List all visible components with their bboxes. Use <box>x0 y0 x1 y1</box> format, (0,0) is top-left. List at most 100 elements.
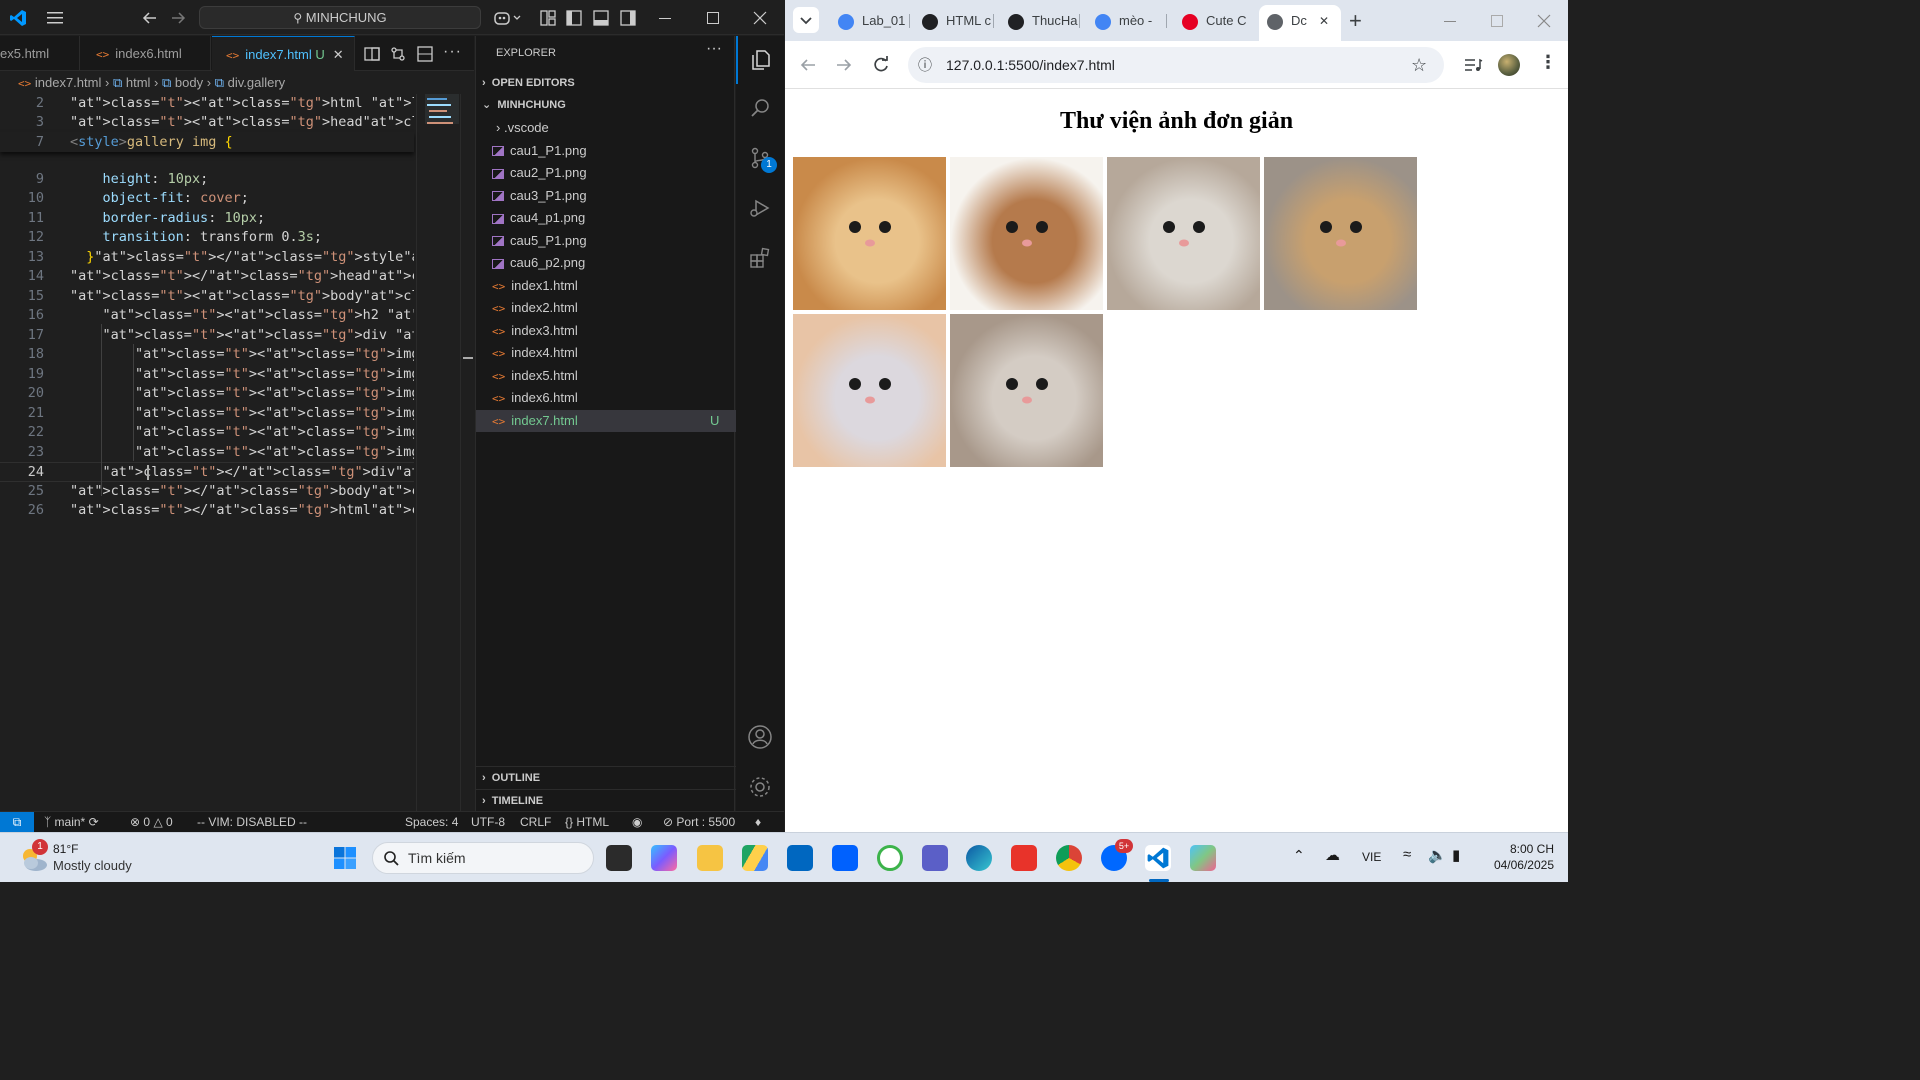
taskbar-search[interactable]: Tìm kiếm <box>372 842 594 874</box>
clock[interactable]: 8:00 CH 04/06/2025 <box>1480 841 1554 873</box>
browser-tab[interactable]: ThucHa <box>1000 6 1080 36</box>
kebab-menu-icon[interactable]: ⋮ <box>1539 52 1557 73</box>
file-item[interactable]: <> index6.html <box>476 387 736 409</box>
reload-icon[interactable] <box>871 55 891 75</box>
minimize-icon[interactable] <box>1443 14 1457 28</box>
file-item[interactable]: cau3_P1.png <box>476 185 736 207</box>
site-info-icon[interactable]: ⓘ <box>918 47 932 83</box>
copilot-icon[interactable] <box>493 9 523 27</box>
code-line[interactable]: 15 "at">class="t"><"at">class="tg">body"a… <box>0 287 414 307</box>
code-line[interactable]: 25 "at">class="t"></"at">class="tg">body"… <box>0 482 414 502</box>
search-activity-button[interactable] <box>736 84 784 132</box>
file-item[interactable]: <> index1.html <box>476 275 736 297</box>
open-changes-icon[interactable] <box>390 46 406 62</box>
input-language[interactable]: VIE <box>1362 850 1381 864</box>
google-drive-icon[interactable] <box>742 845 768 871</box>
menu-icon[interactable] <box>46 10 64 26</box>
file-item[interactable]: <> index2.html <box>476 297 736 319</box>
breadcrumb-file[interactable]: index7.html <box>35 75 101 90</box>
live-server-status[interactable]: ⊘ Port : 5500 <box>663 812 735 833</box>
back-arrow-icon[interactable] <box>141 9 159 27</box>
volume-icon[interactable]: 🔈 <box>1428 846 1447 864</box>
copilot-app-icon[interactable] <box>651 845 677 871</box>
branch-status[interactable]: ᛉ main* ⟳ <box>44 812 99 833</box>
forward-arrow-icon[interactable] <box>834 55 854 75</box>
folder-item[interactable]: › .vscode <box>476 117 736 139</box>
tab-index6[interactable]: <> index6.html <box>80 36 211 71</box>
new-tab-icon[interactable]: + <box>1349 8 1362 34</box>
layout-customize-icon[interactable] <box>540 10 556 26</box>
tab-close-icon[interactable]: ✕ <box>333 47 344 62</box>
teams-icon[interactable] <box>922 845 948 871</box>
file-item[interactable]: <> index4.html <box>476 342 736 364</box>
browser-tab[interactable]: HTML c <box>914 6 994 36</box>
code-line[interactable]: 22 "at">class="t"><"at">class="tg">img "… <box>0 423 414 443</box>
encoding-status[interactable]: UTF-8 <box>471 812 505 833</box>
gemini-icon[interactable] <box>1190 845 1216 871</box>
run-debug-activity-button[interactable] <box>736 184 784 232</box>
code-line[interactable]: 19 "at">class="t"><"at">class="tg">img "… <box>0 365 414 385</box>
code-line[interactable]: 18 "at">class="t"><"at">class="tg">img "… <box>0 345 414 365</box>
language-status[interactable]: {} HTML <box>565 812 609 833</box>
folder-section[interactable]: ⌄ MINHCHUNG <box>476 94 736 116</box>
indentation-status[interactable]: Spaces: 4 <box>405 812 458 833</box>
file-item[interactable]: <> index5.html <box>476 365 736 387</box>
browser-tab[interactable]: mèo - <box>1087 6 1167 36</box>
maximize-icon[interactable] <box>706 11 720 25</box>
code-line[interactable]: 26 "at">class="t"></"at">class="tg">html"… <box>0 501 414 521</box>
code-line[interactable]: 11 border-radius: 10px; <box>0 209 414 229</box>
code-line[interactable]: 9 height: 10px; <box>0 170 414 190</box>
tab-ex5[interactable]: ex5.html <box>0 36 80 71</box>
back-arrow-icon[interactable] <box>798 55 818 75</box>
close-icon[interactable] <box>1537 14 1551 28</box>
editor-scrollbar[interactable] <box>460 94 474 811</box>
onedrive-icon[interactable]: ☁ <box>1325 846 1340 864</box>
media-control-icon[interactable] <box>1463 55 1483 75</box>
forward-arrow-icon[interactable] <box>169 9 187 27</box>
breadcrumb-body[interactable]: body <box>175 75 203 90</box>
toggle-secondary-sidebar-icon[interactable] <box>620 10 636 26</box>
maximize-icon[interactable] <box>1490 14 1504 28</box>
code-editor[interactable]: 2 "at">class="t"><"at">class="tg">html "a… <box>0 94 474 811</box>
split-editor-icon[interactable] <box>417 46 433 62</box>
browser-tab[interactable]: Dc ✕ <box>1259 5 1341 41</box>
file-item[interactable]: cau4_p1.png <box>476 207 736 229</box>
file-item[interactable]: cau6_p2.png <box>476 252 736 274</box>
timeline-section[interactable]: › TIMELINE <box>476 789 736 811</box>
code-line[interactable]: 20 "at">class="t"><"at">class="tg">img "… <box>0 384 414 404</box>
extensions-activity-button[interactable] <box>736 234 784 282</box>
sticky-scroll-header[interactable]: 7 <style>gallery img { <box>0 132 414 152</box>
accounts-activity-button[interactable] <box>736 713 784 761</box>
tab-search-button[interactable] <box>793 7 819 33</box>
chevron-up-icon[interactable]: ⌃ <box>1293 847 1305 864</box>
vscode-taskbar-icon[interactable] <box>1145 845 1171 871</box>
code-line[interactable]: 23 "at">class="t"><"at">class="tg">img "… <box>0 443 414 463</box>
code-line[interactable]: 2 "at">class="t"><"at">class="tg">html "a… <box>0 94 414 114</box>
windows-start-icon[interactable] <box>333 846 357 870</box>
file-item[interactable]: <> index7.html U <box>476 409 736 432</box>
file-explorer-icon[interactable] <box>697 845 723 871</box>
profile-avatar[interactable] <box>1498 54 1520 76</box>
explorer-activity-button[interactable] <box>736 36 784 84</box>
breadcrumb-html[interactable]: html <box>126 75 151 90</box>
code-line[interactable]: 3 "at">class="t"><"at">class="tg">head"at… <box>0 113 414 133</box>
minimap[interactable] <box>416 94 460 811</box>
sync-app-icon[interactable] <box>877 845 903 871</box>
wifi-icon[interactable]: ≈ <box>1403 846 1411 863</box>
minimize-icon[interactable] <box>658 11 672 25</box>
wps-office-icon[interactable] <box>1011 845 1037 871</box>
source-control-activity-button[interactable]: 1 <box>736 134 784 182</box>
file-item[interactable]: cau5_P1.png <box>476 230 736 252</box>
code-line[interactable]: 12 transition: transform 0.3s; <box>0 228 414 248</box>
remote-indicator[interactable]: ⧉ <box>0 812 34 833</box>
code-line[interactable]: 14 "at">class="t"></"at">class="tg">head"… <box>0 267 414 287</box>
edge-icon[interactable] <box>966 845 992 871</box>
notifications-bell-icon[interactable]: ♦ <box>755 812 761 833</box>
close-icon[interactable] <box>753 11 767 25</box>
more-actions-icon[interactable]: ··· <box>443 43 462 61</box>
battery-icon[interactable]: ▮ <box>1452 846 1460 864</box>
vim-status[interactable]: -- VIM: DISABLED -- <box>197 812 307 833</box>
tab-index7[interactable]: <> index7.html U ✕ <box>212 36 355 71</box>
command-center-search[interactable]: ⚲ MINHCHUNG <box>199 6 481 29</box>
problems-status[interactable]: ⊗ 0 △ 0 <box>130 812 173 833</box>
